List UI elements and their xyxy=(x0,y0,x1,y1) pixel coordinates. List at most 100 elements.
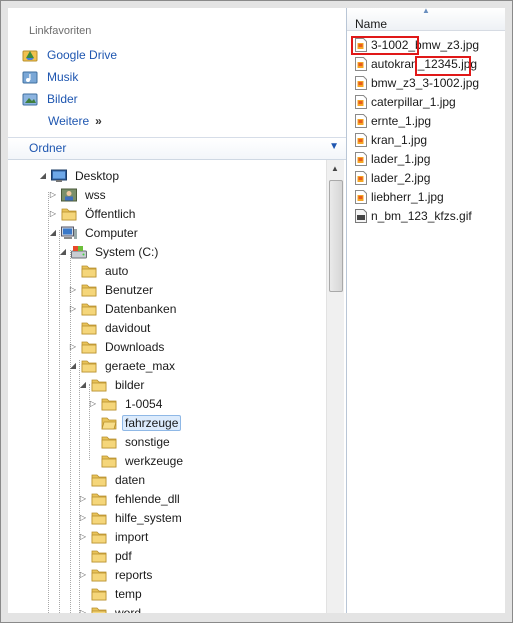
file-item[interactable]: caterpillar_1.jpg xyxy=(355,92,456,111)
tree-item[interactable]: davidout xyxy=(68,318,153,337)
folder-icon xyxy=(91,549,107,563)
file-item[interactable]: lader_2.jpg xyxy=(355,168,430,187)
folder-icon xyxy=(91,492,107,506)
tree-item[interactable]: werkzeuge xyxy=(88,451,186,470)
collapsed-arrow-icon[interactable]: ▷ xyxy=(78,570,88,579)
folder-icon xyxy=(91,606,107,613)
tree-item-label: fahrzeuge xyxy=(122,414,182,431)
collapsed-arrow-icon[interactable]: ▷ xyxy=(48,190,58,199)
favorite-google-drive[interactable]: Google Drive xyxy=(22,45,117,65)
folder-icon xyxy=(81,321,97,335)
double-chevron-icon: » xyxy=(95,114,102,128)
file-name: liebherr_1.jpg xyxy=(371,189,444,204)
tree-item[interactable]: temp xyxy=(78,584,145,603)
pictures-folder-icon xyxy=(22,91,38,107)
tree-item[interactable]: daten xyxy=(78,470,148,489)
collapsed-arrow-icon[interactable]: ▷ xyxy=(68,285,78,294)
tree-item-label: Öffentlich xyxy=(85,206,136,221)
favorite-music[interactable]: Musik xyxy=(22,67,78,87)
jpg-file-icon xyxy=(355,56,367,71)
drive-icon xyxy=(71,245,87,259)
collapsed-arrow-icon[interactable]: ▷ xyxy=(88,399,98,408)
tree-item[interactable]: ◢ geraete_max xyxy=(68,356,178,375)
tree-guide-line xyxy=(59,230,60,613)
computer-icon xyxy=(61,226,77,240)
expanded-arrow-icon[interactable]: ◢ xyxy=(78,380,88,389)
tree-item-label: Desktop xyxy=(75,168,120,183)
tree-item[interactable]: ▷ reports xyxy=(78,565,155,584)
tree-item[interactable]: ▷ Benutzer xyxy=(68,280,156,299)
file-item[interactable]: liebherr_1.jpg xyxy=(355,187,444,206)
user-folder-icon xyxy=(61,188,77,202)
tree-item[interactable]: ▷ hilfe_system xyxy=(78,508,185,527)
gif-file-icon xyxy=(355,208,367,223)
file-item[interactable]: lader_1.jpg xyxy=(355,149,430,168)
expanded-arrow-icon[interactable]: ◢ xyxy=(48,228,58,237)
google-drive-icon xyxy=(22,47,38,63)
name-column-header[interactable]: ▲ Name xyxy=(347,8,505,31)
expanded-arrow-icon[interactable]: ◢ xyxy=(68,361,78,370)
collapsed-arrow-icon[interactable]: ▷ xyxy=(78,608,88,613)
tree-item-label: fehlende_dll xyxy=(115,491,180,506)
jpg-file-icon xyxy=(355,132,367,147)
collapsed-arrow-icon[interactable]: ▷ xyxy=(48,209,58,218)
tree-item[interactable]: ▷ fehlende_dll xyxy=(78,489,183,508)
tree-guide-line xyxy=(48,192,49,613)
tree-item-label: 1-0054 xyxy=(125,396,163,411)
tree-item-label: wss xyxy=(85,187,106,202)
tree-item[interactable]: ▷ Datenbanken xyxy=(68,299,179,318)
collapsed-arrow-icon[interactable]: ▷ xyxy=(68,304,78,313)
expanded-arrow-icon[interactable]: ◢ xyxy=(58,247,68,256)
tree-scrollbar[interactable]: ▲ xyxy=(326,160,344,613)
tree-item-label: Datenbanken xyxy=(105,301,177,316)
tree-item-label: import xyxy=(115,529,149,544)
highlight-box xyxy=(415,56,471,76)
tree-item[interactable]: ▷ wss xyxy=(48,185,109,204)
tree-item[interactable]: pdf xyxy=(78,546,135,565)
scrollbar-thumb[interactable] xyxy=(329,180,343,292)
tree-item[interactable]: sonstige xyxy=(88,432,173,451)
tree-item[interactable]: ▷ import xyxy=(78,527,151,546)
tree-item-label: davidout xyxy=(105,320,151,335)
tree-item[interactable]: ◢ System (C:) xyxy=(58,242,161,261)
jpg-file-icon xyxy=(355,94,367,109)
tree-item[interactable]: ◢ bilder xyxy=(78,375,147,394)
highlight-box xyxy=(351,36,419,55)
file-item[interactable]: ernte_1.jpg xyxy=(355,111,431,130)
tree-item[interactable]: ◢ Computer xyxy=(48,223,141,242)
collapsed-arrow-icon[interactable]: ▷ xyxy=(78,532,88,541)
tree-item[interactable]: ◢ Desktop xyxy=(38,166,122,185)
collapsed-arrow-icon[interactable]: ▷ xyxy=(78,513,88,522)
collapsed-arrow-icon[interactable]: ▷ xyxy=(68,342,78,351)
folder-icon xyxy=(81,264,97,278)
collapsed-arrow-icon[interactable]: ▷ xyxy=(78,494,88,503)
tree-item-label: reports xyxy=(115,567,153,582)
tree-item[interactable]: ▷ Öffentlich xyxy=(48,204,138,223)
expanded-arrow-icon[interactable]: ◢ xyxy=(38,171,48,180)
folder-icon xyxy=(81,340,97,354)
chevron-down-icon[interactable]: ▼ xyxy=(329,141,339,152)
file-name: caterpillar_1.jpg xyxy=(371,94,456,109)
folder-open-icon xyxy=(101,416,117,430)
tree-item-label: geraete_max xyxy=(105,358,176,373)
file-item[interactable]: kran_1.jpg xyxy=(355,130,427,149)
favorite-pictures[interactable]: Bilder xyxy=(22,89,78,109)
more-favorites-link[interactable]: Weitere » xyxy=(48,114,102,128)
folders-header-bar[interactable]: Ordner ▼ xyxy=(8,138,346,160)
jpg-file-icon xyxy=(355,75,367,90)
folder-icon xyxy=(91,378,107,392)
tree-item[interactable]: ▷ Downloads xyxy=(68,337,167,356)
file-name: ernte_1.jpg xyxy=(371,113,432,128)
file-name: kran_1.jpg xyxy=(371,132,428,147)
tree-item[interactable]: auto xyxy=(68,261,131,280)
file-item[interactable]: n_bm_123_kfzs.gif xyxy=(355,206,472,225)
jpg-file-icon xyxy=(355,151,367,166)
tree-item[interactable]: ▷ 1-0054 xyxy=(88,394,165,413)
folder-tree: ◢ Desktop ▷ wss ▷ Öffentlich ◢ Computer ◢ System … xyxy=(8,160,325,613)
folder-icon xyxy=(81,283,97,297)
scroll-up-arrow-icon[interactable]: ▲ xyxy=(331,164,339,173)
tree-item[interactable]: ▷ word xyxy=(78,603,144,613)
folder-icon xyxy=(91,587,107,601)
tree-item[interactable]: fahrzeuge xyxy=(88,413,182,432)
tree-item-label: pdf xyxy=(115,548,132,563)
